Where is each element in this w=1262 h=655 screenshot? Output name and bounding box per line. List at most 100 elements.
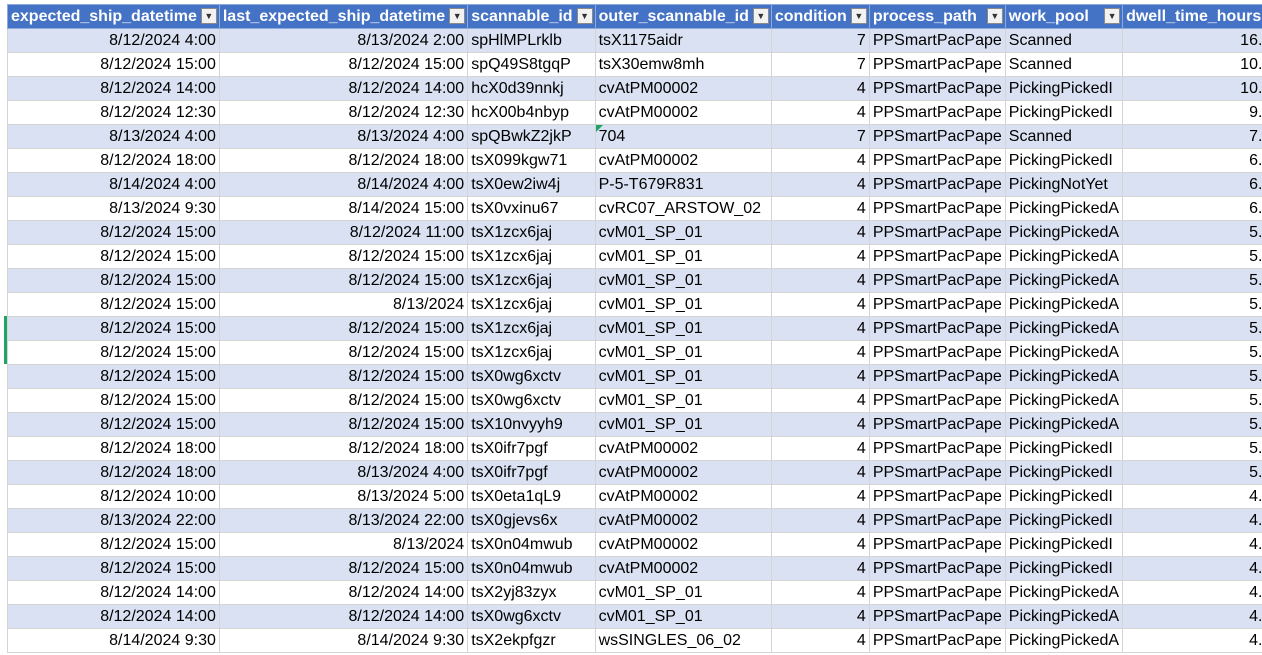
cell-process-path[interactable]: PPSmartPacPape (868, 316, 1006, 341)
cell-last-expected-ship-datetime[interactable]: 8/12/2024 15:00 (218, 244, 469, 269)
cell-process-path[interactable]: PPSmartPacPape (868, 412, 1006, 437)
cell-process-path[interactable]: PPSmartPacPape (868, 268, 1006, 293)
cell-dwell-time-hours[interactable]: 4.23 (1122, 628, 1262, 653)
cell-condition[interactable]: 4 (770, 580, 870, 605)
cell-expected-ship-datetime[interactable]: 8/13/2024 4:00 (7, 124, 220, 149)
cell-expected-ship-datetime[interactable]: 8/12/2024 15:00 (7, 316, 220, 341)
cell-process-path[interactable]: PPSmartPacPape (868, 292, 1006, 317)
cell-expected-ship-datetime[interactable]: 8/13/2024 9:30 (7, 196, 220, 221)
cell-scannable-id[interactable]: tsX1zcx6jaj (467, 220, 596, 245)
cell-last-expected-ship-datetime[interactable]: 8/12/2024 18:00 (218, 436, 469, 461)
cell-expected-ship-datetime[interactable]: 8/12/2024 18:00 (7, 436, 220, 461)
cell-process-path[interactable]: PPSmartPacPape (868, 436, 1006, 461)
cell-process-path[interactable]: PPSmartPacPape (868, 556, 1006, 581)
cell-outer-scannable-id[interactable]: cvAtPM00002 (594, 100, 772, 125)
cell-expected-ship-datetime[interactable]: 8/12/2024 14:00 (7, 76, 220, 101)
cell-last-expected-ship-datetime[interactable]: 8/12/2024 15:00 (218, 52, 469, 77)
cell-last-expected-ship-datetime[interactable]: 8/12/2024 14:00 (218, 604, 469, 629)
cell-condition[interactable]: 4 (770, 460, 870, 485)
cell-process-path[interactable]: PPSmartPacPape (868, 52, 1006, 77)
cell-last-expected-ship-datetime[interactable]: 8/12/2024 15:00 (218, 340, 469, 365)
cell-condition[interactable]: 4 (770, 508, 870, 533)
cell-condition[interactable]: 4 (770, 436, 870, 461)
cell-condition[interactable]: 4 (770, 76, 870, 101)
cell-expected-ship-datetime[interactable]: 8/12/2024 15:00 (7, 220, 220, 245)
cell-dwell-time-hours[interactable]: 10.82 (1122, 52, 1262, 77)
cell-scannable-id[interactable]: tsX2ekpfgzr (467, 628, 596, 653)
cell-outer-scannable-id[interactable]: cvM01_SP_01 (594, 316, 772, 341)
cell-scannable-id[interactable]: tsX10nvyyh9 (467, 412, 596, 437)
cell-outer-scannable-id[interactable]: cvM01_SP_01 (594, 412, 772, 437)
cell-process-path[interactable]: PPSmartPacPape (868, 196, 1006, 221)
cell-process-path[interactable]: PPSmartPacPape (868, 76, 1006, 101)
cell-expected-ship-datetime[interactable]: 8/12/2024 15:00 (7, 388, 220, 413)
cell-dwell-time-hours[interactable]: 4.88 (1122, 484, 1262, 509)
cell-outer-scannable-id[interactable]: cvM01_SP_01 (594, 292, 772, 317)
cell-outer-scannable-id[interactable]: tsX1175aidr (594, 28, 772, 53)
cell-outer-scannable-id[interactable]: cvAtPM00002 (594, 556, 772, 581)
cell-last-expected-ship-datetime[interactable]: 8/13/2024 4:00 (218, 124, 469, 149)
cell-outer-scannable-id[interactable]: cvM01_SP_01 (594, 244, 772, 269)
cell-expected-ship-datetime[interactable]: 8/12/2024 15:00 (7, 292, 220, 317)
cell-scannable-id[interactable]: tsX0ifr7pgf (467, 436, 596, 461)
filter-dropdown-icon[interactable]: ▼ (752, 8, 769, 24)
cell-scannable-id[interactable]: tsX0wg6xctv (467, 604, 596, 629)
filter-dropdown-icon[interactable]: ▼ (449, 8, 466, 24)
filter-dropdown-icon[interactable]: ▼ (200, 8, 217, 24)
cell-scannable-id[interactable]: tsX1zcx6jaj (467, 292, 596, 317)
cell-scannable-id[interactable]: tsX0eta1qL9 (467, 484, 596, 509)
cell-process-path[interactable]: PPSmartPacPape (868, 460, 1006, 485)
cell-outer-scannable-id[interactable]: wsSINGLES_06_02 (594, 628, 772, 653)
cell-work-pool[interactable]: PickingPickedI (1004, 556, 1124, 581)
cell-process-path[interactable]: PPSmartPacPape (868, 148, 1006, 173)
cell-condition[interactable]: 4 (770, 172, 870, 197)
cell-scannable-id[interactable]: tsX1zcx6jaj (467, 340, 596, 365)
cell-work-pool[interactable]: PickingPickedA (1004, 388, 1124, 413)
cell-last-expected-ship-datetime[interactable]: 8/14/2024 4:00 (218, 172, 469, 197)
cell-last-expected-ship-datetime[interactable]: 8/12/2024 15:00 (218, 412, 469, 437)
cell-work-pool[interactable]: PickingPickedA (1004, 196, 1124, 221)
cell-work-pool[interactable]: PickingPickedA (1004, 316, 1124, 341)
cell-last-expected-ship-datetime[interactable]: 8/13/2024 (218, 292, 469, 317)
filter-dropdown-icon[interactable]: ▼ (850, 8, 867, 24)
cell-process-path[interactable]: PPSmartPacPape (868, 340, 1006, 365)
cell-expected-ship-datetime[interactable]: 8/12/2024 10:00 (7, 484, 220, 509)
cell-dwell-time-hours[interactable]: 5.65 (1122, 292, 1262, 317)
cell-work-pool[interactable]: PickingPickedA (1004, 268, 1124, 293)
filter-dropdown-icon[interactable]: ▼ (576, 8, 593, 24)
cell-scannable-id[interactable]: tsX2yj83zyx (467, 580, 596, 605)
cell-scannable-id[interactable]: tsX1zcx6jaj (467, 244, 596, 269)
cell-outer-scannable-id[interactable]: cvAtPM00002 (594, 460, 772, 485)
cell-expected-ship-datetime[interactable]: 8/12/2024 15:00 (7, 556, 220, 581)
cell-dwell-time-hours[interactable]: 6.35 (1122, 148, 1262, 173)
cell-process-path[interactable]: PPSmartPacPape (868, 508, 1006, 533)
cell-process-path[interactable]: PPSmartPacPape (868, 628, 1006, 653)
filter-dropdown-icon[interactable]: ▼ (1104, 8, 1121, 24)
cell-outer-scannable-id[interactable]: cvM01_SP_01 (594, 340, 772, 365)
cell-scannable-id[interactable]: tsX0vxinu67 (467, 196, 596, 221)
cell-last-expected-ship-datetime[interactable]: 8/13/2024 5:00 (218, 484, 469, 509)
cell-condition[interactable]: 4 (770, 532, 870, 557)
cell-last-expected-ship-datetime[interactable]: 8/13/2024 (218, 532, 469, 557)
cell-last-expected-ship-datetime[interactable]: 8/12/2024 15:00 (218, 316, 469, 341)
cell-scannable-id[interactable]: hcX0d39nnkj (467, 76, 596, 101)
cell-dwell-time-hours[interactable]: 5.15 (1122, 436, 1262, 461)
cell-outer-scannable-id[interactable]: cvAtPM00002 (594, 484, 772, 509)
cell-last-expected-ship-datetime[interactable]: 8/12/2024 18:00 (218, 148, 469, 173)
cell-last-expected-ship-datetime[interactable]: 8/12/2024 12:30 (218, 100, 469, 125)
cell-expected-ship-datetime[interactable]: 8/12/2024 15:00 (7, 244, 220, 269)
cell-last-expected-ship-datetime[interactable]: 8/12/2024 15:00 (218, 388, 469, 413)
cell-work-pool[interactable]: PickingPickedI (1004, 484, 1124, 509)
cell-condition[interactable]: 4 (770, 220, 870, 245)
cell-work-pool[interactable]: PickingPickedI (1004, 100, 1124, 125)
cell-last-expected-ship-datetime[interactable]: 8/13/2024 4:00 (218, 460, 469, 485)
cell-condition[interactable]: 4 (770, 292, 870, 317)
cell-condition[interactable]: 7 (770, 124, 870, 149)
cell-outer-scannable-id[interactable]: cvM01_SP_01 (594, 268, 772, 293)
cell-process-path[interactable]: PPSmartPacPape (868, 388, 1006, 413)
filter-dropdown-icon[interactable]: ▼ (986, 8, 1003, 24)
cell-work-pool[interactable]: PickingPickedA (1004, 220, 1124, 245)
cell-process-path[interactable]: PPSmartPacPape (868, 484, 1006, 509)
cell-process-path[interactable]: PPSmartPacPape (868, 172, 1006, 197)
cell-scannable-id[interactable]: tsX0gjevs6x (467, 508, 596, 533)
